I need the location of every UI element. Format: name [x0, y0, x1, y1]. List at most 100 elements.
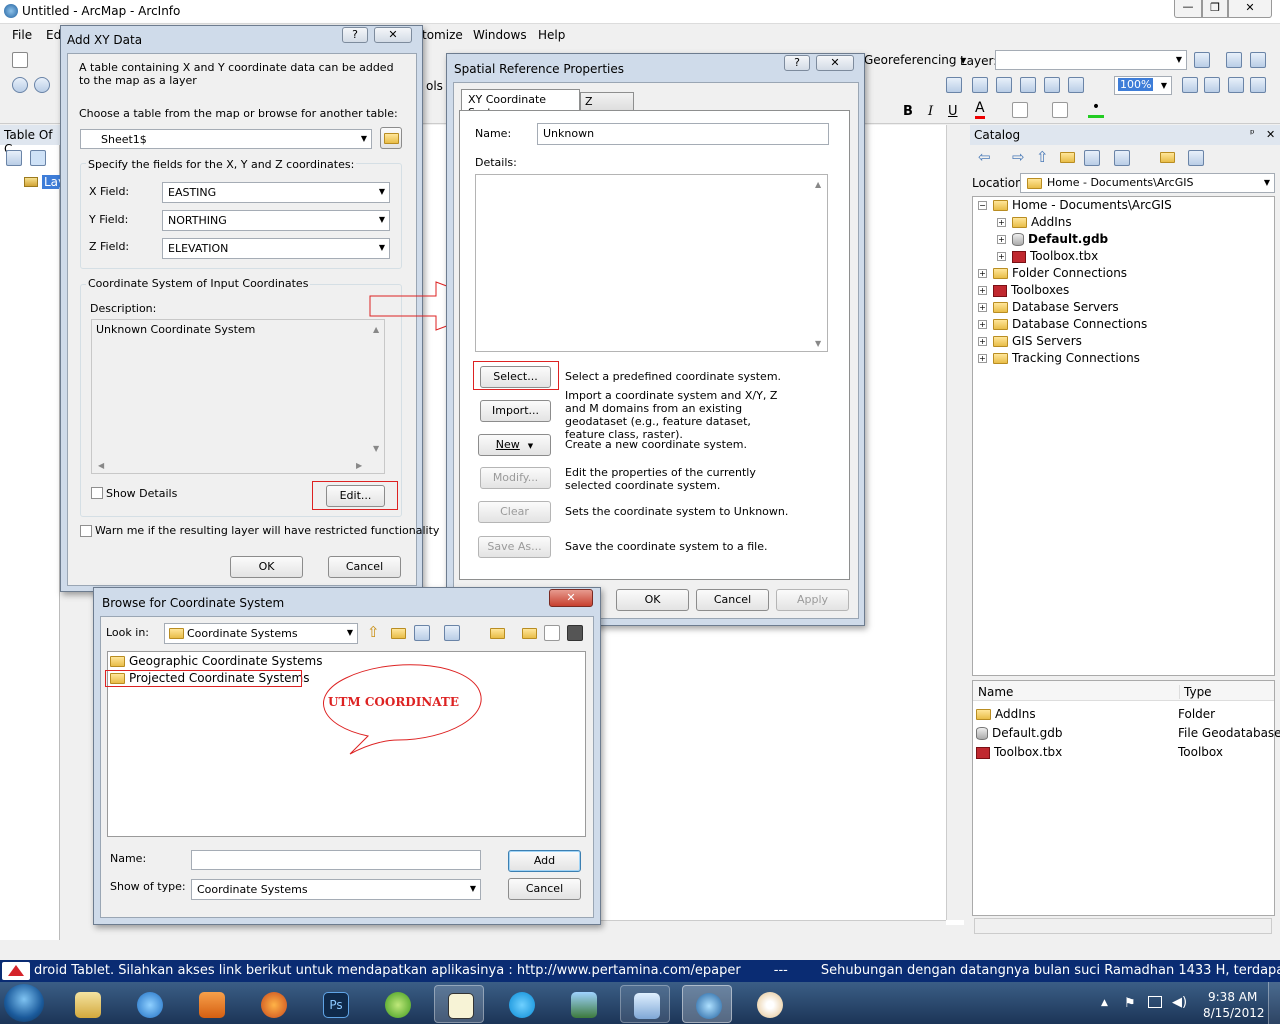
tab-xy-coordinate-system[interactable]: XY Coordinate System [461, 89, 580, 119]
previous-extent-icon[interactable] [1044, 77, 1060, 93]
catalog-icon[interactable] [567, 625, 583, 641]
col-name-header[interactable]: Name [978, 685, 1013, 699]
name-field[interactable]: Unknown [537, 123, 829, 145]
menu-edit[interactable]: Ed [46, 28, 61, 42]
show-hidden-icons-icon[interactable]: ▲ [1101, 998, 1108, 1008]
ok-button[interactable]: OK [616, 589, 689, 611]
calendar-taskbar-icon[interactable] [434, 985, 484, 1023]
map-vertical-scrollbar[interactable] [946, 125, 964, 920]
view-menu-icon[interactable] [444, 625, 460, 641]
connect-folder-icon[interactable] [490, 628, 505, 639]
new-document-icon[interactable] [12, 52, 28, 68]
fill-color-icon[interactable] [1012, 102, 1028, 118]
location-combo[interactable]: Home - Documents\ArcGIS [1020, 173, 1275, 193]
scroll-right-arrow-icon[interactable]: ▶ [356, 461, 362, 470]
menu-customize[interactable]: tomize [422, 28, 463, 42]
help-button[interactable]: ? [784, 55, 810, 71]
underline-icon[interactable]: U [948, 104, 958, 119]
tree-item-gis-servers[interactable]: + GIS Servers [978, 333, 1082, 350]
catalog-tree-hscroll[interactable] [974, 918, 1272, 934]
zoom-in-icon[interactable] [12, 77, 28, 93]
save-as-button[interactable]: Save As... [478, 536, 551, 558]
z-field-dropdown[interactable]: ELEVATION [162, 238, 390, 259]
menu-file[interactable]: File [12, 28, 32, 42]
back-arrow-icon[interactable]: ⇦ [978, 148, 991, 166]
tree-item-tracking-connections[interactable]: + Tracking Connections [978, 350, 1140, 367]
close-button[interactable]: ✕ [816, 55, 854, 71]
focus-data-frame-icon[interactable] [1204, 77, 1220, 93]
tree-item-toolbox[interactable]: + Toolbox.tbx [997, 248, 1098, 265]
skype-taskbar-icon[interactable] [496, 985, 546, 1023]
list-item-geographic[interactable]: Geographic Coordinate Systems [110, 653, 323, 670]
tree-item-database-servers[interactable]: + Database Servers [978, 299, 1119, 316]
connect-folder-icon[interactable] [1160, 152, 1175, 163]
contents-row[interactable]: Default.gdb File Geodatabase [976, 725, 1280, 742]
bold-icon[interactable]: B [903, 104, 913, 119]
tree-item-addins[interactable]: + AddIns [997, 214, 1072, 231]
fixed-zoom-icon[interactable] [1020, 77, 1036, 93]
cancel-button[interactable]: Cancel [328, 556, 401, 578]
browse-table-button[interactable] [380, 127, 402, 149]
zoom-combo[interactable]: 100% [1114, 76, 1172, 95]
y-field-dropdown[interactable]: NORTHING [162, 210, 390, 231]
menu-windows[interactable]: Windows [473, 28, 527, 42]
details-box[interactable]: ▲ ▼ [475, 174, 828, 352]
contents-row[interactable]: AddIns Folder [976, 706, 1272, 723]
change-layout-icon[interactable] [1228, 77, 1244, 93]
type-dropdown[interactable]: Coordinate Systems [191, 879, 481, 900]
internet-explorer-taskbar-icon[interactable] [124, 985, 174, 1023]
cancel-button[interactable]: Cancel [508, 878, 581, 900]
new-folder-icon[interactable] [522, 628, 537, 639]
layer-dropdown[interactable] [995, 50, 1187, 70]
cancel-button[interactable]: Cancel [696, 589, 769, 611]
arcmap-taskbar-icon[interactable] [682, 985, 732, 1023]
photoshop-taskbar-icon[interactable]: Ps [310, 985, 360, 1023]
scroll-down-arrow-icon[interactable]: ▼ [373, 444, 379, 453]
toggle-contents-icon[interactable] [1188, 150, 1204, 166]
catalog-pin-icon[interactable]: ᵖ [1250, 127, 1255, 140]
home-folder-icon[interactable] [1060, 152, 1075, 163]
details-scroll-up-icon[interactable]: ▲ [815, 180, 821, 189]
font-color-icon[interactable]: A [975, 101, 985, 119]
up-one-level-icon[interactable]: ⇧ [367, 623, 380, 641]
notes-taskbar-icon[interactable] [620, 985, 670, 1023]
connect-icon[interactable] [414, 625, 430, 641]
tree-item-default-gdb[interactable]: + Default.gdb [997, 231, 1108, 248]
network-icon[interactable] [1148, 996, 1162, 1008]
menu-help[interactable]: Help [538, 28, 565, 42]
home-icon[interactable] [391, 628, 406, 639]
marker-color-icon[interactable]: • [1088, 100, 1104, 118]
list-by-drawing-order-icon[interactable] [6, 150, 22, 166]
zoom-whole-page-icon[interactable] [972, 77, 988, 93]
restore-button[interactable]: ❐ [1202, 0, 1228, 18]
new-button[interactable]: New ▼ [478, 434, 551, 456]
forward-arrow-icon[interactable]: ⇨ [1012, 148, 1025, 166]
close-window-button[interactable]: ✕ [1228, 0, 1272, 18]
next-extent-icon[interactable] [1068, 77, 1084, 93]
import-button[interactable]: Import... [480, 400, 551, 422]
media-player-taskbar-icon[interactable] [186, 985, 236, 1023]
volume-icon[interactable]: ◀) [1172, 995, 1187, 1010]
control-points-icon[interactable] [1226, 52, 1242, 68]
clock-date[interactable]: 8/15/2012 [1203, 1006, 1265, 1020]
view-options-icon[interactable] [1114, 150, 1130, 166]
ok-button[interactable]: OK [230, 556, 303, 578]
show-desktop-button[interactable] [1268, 982, 1280, 1024]
scroll-left-arrow-icon[interactable]: ◀ [98, 461, 104, 470]
help-button[interactable]: ? [342, 27, 368, 43]
list-by-source-icon[interactable] [30, 150, 46, 166]
refresh-icon[interactable] [1194, 52, 1210, 68]
add-button[interactable]: Add [508, 850, 581, 872]
paint-taskbar-icon[interactable] [744, 985, 794, 1023]
minimize-button[interactable]: — [1174, 0, 1202, 18]
modify-button[interactable]: Modify... [480, 467, 551, 489]
show-details-checkbox[interactable] [91, 487, 103, 499]
data-driven-pages-icon[interactable] [1250, 77, 1266, 93]
tree-item-toolboxes[interactable]: + Toolboxes [978, 282, 1069, 299]
name-input[interactable] [191, 850, 481, 870]
action-center-flag-icon[interactable]: ⚑ [1124, 996, 1136, 1011]
clock-time[interactable]: 9:38 AM [1208, 990, 1257, 1004]
tree-item-home[interactable]: − Home - Documents\ArcGIS [978, 197, 1172, 214]
green-app-taskbar-icon[interactable] [372, 985, 422, 1023]
zoom-out-icon[interactable] [34, 77, 50, 93]
